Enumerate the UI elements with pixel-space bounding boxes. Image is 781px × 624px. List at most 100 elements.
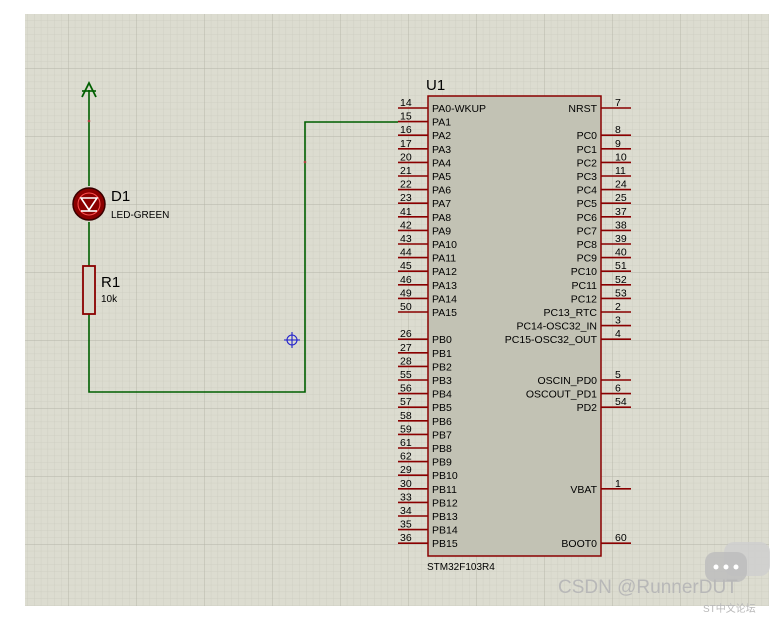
pin-label: PC1 [577,144,598,156]
pin-label: PD2 [577,402,598,414]
pin-number: 24 [615,179,627,191]
pin-number: 29 [400,464,412,476]
pin-label: OSCOUT_PD1 [526,389,597,401]
pin-number: 56 [400,383,412,395]
pin-label: PB14 [432,525,458,537]
pin-label: PA5 [432,171,451,183]
pin-label: PC10 [571,266,597,278]
pin-label: PC2 [577,157,598,169]
pin-label: PA1 [432,117,451,129]
chip-ref: U1 [426,77,445,94]
pin-number: 61 [400,437,412,449]
pin-label: PB7 [432,429,452,441]
pin-number: 46 [400,274,412,286]
pin-label: PC12 [571,293,597,305]
pin-number: 9 [615,138,621,150]
pin-label: PC8 [577,239,598,251]
pin-number: 35 [400,519,412,531]
pin-number: 50 [400,301,412,313]
pin-number: 40 [615,247,627,259]
pin-number: 8 [615,124,621,136]
pin-number: 52 [615,274,627,286]
chip-part-number: STM32F103R4 [427,562,495,573]
pin-label: PB11 [432,484,457,496]
schematic-canvas[interactable]: U1 14 PA0-WKUP15 PA116 PA217 PA320 PA421 PA522… [0,0,781,624]
pin-number: 39 [615,233,627,245]
pin-label: PB9 [432,457,452,469]
pin-number: 59 [400,423,412,435]
pin-label: PC11 [572,280,598,292]
pin-number: 60 [615,532,627,544]
pin-number: 21 [400,165,412,177]
pin-number: 27 [400,342,412,354]
pin-label: PB13 [432,511,458,523]
resistor-value: 10k [101,294,118,305]
pin-number: 16 [400,124,412,136]
pin-label: PB10 [432,470,458,482]
pin-label: PC15-OSC32_OUT [505,334,598,346]
pin-label: PB3 [432,375,452,387]
pin-label: PA3 [432,144,451,156]
pin-label: NRST [568,103,597,115]
pin-label: PA12 [432,266,457,278]
pin-label: PC5 [577,198,598,210]
pin-number: 41 [400,206,412,218]
pin-number: 57 [400,396,412,408]
pin-number: 55 [400,369,412,381]
pin-number: 10 [615,151,627,163]
pin-number: 30 [400,478,412,490]
pin-number: 6 [615,383,621,395]
pin-label: PB12 [432,497,458,509]
pin-number: 26 [400,328,412,340]
pin-label: PC13_RTC [544,307,598,319]
pin-label: PA9 [432,225,451,237]
pin-label: PC6 [577,212,598,224]
resistor-body[interactable] [82,265,96,315]
pin-label: PC14-OSC32_IN [516,321,597,333]
pin-label: PA6 [432,185,451,197]
pin-label: VBAT [570,484,597,496]
pin-number: 49 [400,287,412,299]
pin-number: 3 [615,315,621,327]
chip-u1[interactable]: U1 14 PA0-WKUP15 PA116 PA217 PA320 PA421 PA522… [398,77,631,573]
pin-number: 7 [615,97,621,109]
pin-number: 15 [400,111,412,123]
pin-number: 53 [615,287,627,299]
pin-number: 33 [400,491,412,503]
pin-number: 34 [400,505,412,517]
pin-number: 11 [615,165,626,177]
pin-label: PA8 [432,212,451,224]
watermark-corner: ST中文论坛 [703,602,756,615]
pin-number: 36 [400,532,412,544]
pin-label: PA14 [432,293,457,305]
pin-label: PB8 [432,443,452,455]
pin-number: 58 [400,410,412,422]
pin-label: PC9 [577,253,598,265]
pin-label: PA15 [432,307,457,319]
pin-number: 38 [615,219,627,231]
pin-label: BOOT0 [561,538,597,550]
pin-label: PA10 [432,239,457,251]
pin-label: PC0 [577,130,598,142]
pin-label: PB2 [432,361,452,373]
pin-label: OSCIN_PD0 [537,375,597,387]
pin-label: PC4 [577,185,598,197]
led-value: LED-GREEN [111,210,169,221]
pin-number: 43 [400,233,412,245]
pin-label: PB0 [432,334,452,346]
pin-label: PB1 [432,348,452,360]
pin-label: PB5 [432,402,452,414]
pin-label: PA7 [432,198,451,210]
pin-number: 2 [615,301,621,313]
pin-number: 25 [615,192,627,204]
pin-number: 44 [400,247,412,259]
pin-number: 28 [400,355,412,367]
pin-number: 23 [400,192,412,204]
pin-label: PA13 [432,280,457,292]
pin-label: PB15 [432,538,458,550]
pin-number: 45 [400,260,412,272]
pin-number: 17 [400,138,412,150]
pin-label: PA0-WKUP [432,103,486,115]
pin-number: 5 [615,369,621,381]
pin-label: PA2 [432,130,451,142]
